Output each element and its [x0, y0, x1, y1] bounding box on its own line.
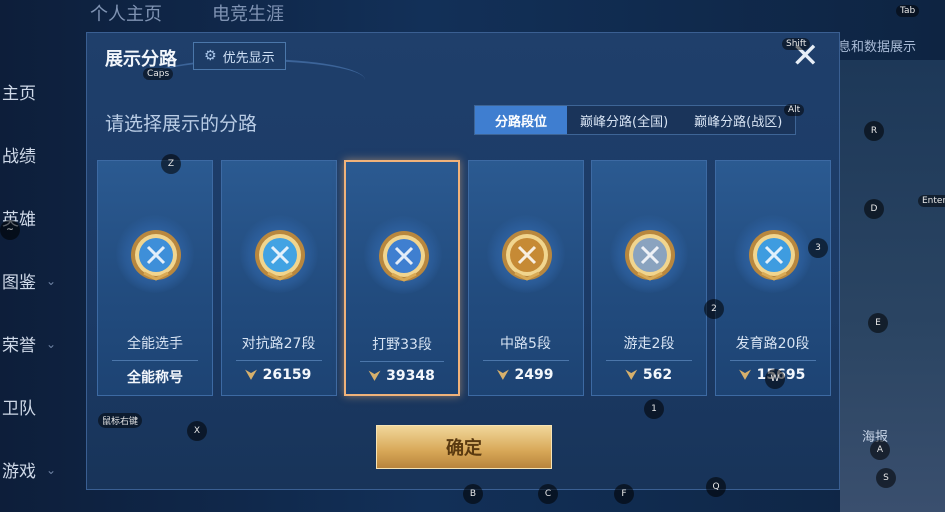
rank-points-icon: ⮟	[369, 368, 381, 384]
rank-points-icon: ⮟	[739, 367, 751, 383]
tab-personal-home[interactable]: 个人主页	[90, 0, 162, 26]
position-label: 全能选手	[127, 336, 183, 352]
position-label: 游走2段	[623, 336, 675, 352]
priority-display-button[interactable]: ⚙ 优先显示	[193, 42, 286, 70]
key-hint-label: Caps	[143, 68, 174, 80]
position-tabs: 分路段位 巅峰分路(全国) 巅峰分路(战区)	[474, 105, 797, 135]
position-card-mid-lane[interactable]: 中路5段 ⮟ 2499	[467, 160, 584, 396]
tab-peak-region[interactable]: 巅峰分路(战区)	[681, 106, 796, 134]
divider	[729, 360, 816, 361]
divider	[112, 360, 198, 361]
position-label: 打野33段	[372, 337, 432, 353]
divider	[482, 360, 569, 361]
rank-medal-icon	[748, 230, 799, 281]
sidebar-item-games[interactable]: 游戏 ⌄	[0, 438, 85, 501]
rank-points-icon: ⮟	[625, 367, 637, 383]
key-hint-c: C	[538, 484, 558, 504]
position-label: 中路5段	[500, 336, 551, 352]
key-hint-label: Alt	[784, 104, 805, 116]
chevron-down-icon: ⌄	[46, 462, 57, 477]
key-hint-1: 1	[644, 399, 664, 419]
tab-esports-career[interactable]: 电竞生涯	[212, 0, 284, 26]
key-hint-z: Z	[161, 154, 181, 174]
divider	[606, 360, 692, 361]
key-hint-3: 3	[808, 238, 828, 258]
right-panel-bg	[840, 60, 945, 512]
key-hint-b: B	[463, 484, 483, 504]
position-card-all-round[interactable]: 全能选手 全能称号	[97, 160, 213, 396]
key-hint-s: S	[876, 468, 896, 488]
sidebar-item-guard[interactable]: 卫队	[0, 375, 85, 438]
key-hint-label: Enter	[918, 195, 945, 207]
priority-display-label: 优先显示	[222, 50, 275, 66]
gear-icon: ⚙	[204, 48, 217, 64]
divider	[360, 361, 444, 362]
rank-medal-icon	[131, 230, 181, 281]
key-hint-d: D	[864, 199, 884, 219]
key-hint-f: F	[614, 484, 634, 504]
rank-medal-icon	[501, 230, 552, 281]
sidebar-item-catalog[interactable]: 图鉴 ⌄	[0, 249, 85, 312]
divider	[235, 360, 322, 361]
rank-medal-icon	[625, 230, 675, 281]
score-value: 全能称号	[127, 370, 183, 386]
key-hint-q: Q	[706, 477, 726, 497]
key-hint-~: ~	[0, 220, 20, 240]
key-hint-label: Tab	[896, 5, 920, 17]
rank-points-icon: ⮟	[497, 367, 509, 383]
position-label: 发育路20段	[735, 336, 810, 352]
info-display-text: 息和数据展示	[838, 40, 917, 55]
position-card-farm-lane[interactable]: 发育路20段⮟15695	[714, 160, 831, 396]
score-row: 全能称号	[98, 367, 212, 387]
position-card-clash-lane[interactable]: 对抗路27段 ⮟ 26159	[220, 160, 337, 396]
top-nav: 个人主页 电竞生涯	[90, 0, 284, 26]
score-row: ⮟ 562	[592, 367, 706, 383]
tab-position-rank[interactable]: 分路段位	[475, 106, 567, 134]
position-label: 对抗路27段	[241, 336, 316, 352]
score-row: ⮟ 39348	[346, 368, 458, 384]
sidebar-item-home[interactable]: 主页	[0, 60, 85, 123]
score-value: 2499	[514, 367, 554, 383]
score-value: 26159	[262, 367, 312, 383]
position-card-roam[interactable]: 游走2段 ⮟ 562	[591, 160, 707, 396]
rank-medal-icon	[379, 231, 429, 282]
key-hint-a: A	[870, 440, 890, 460]
confirm-button[interactable]: 确定	[376, 425, 552, 469]
score-value: 39348	[386, 368, 435, 384]
dialog-subtitle: 请选择展示的分路	[105, 113, 258, 135]
key-hint-r: R	[864, 121, 884, 141]
sidebar-item-honor[interactable]: 荣誉 ⌄	[0, 312, 85, 375]
score-row: ⮟ 26159	[222, 367, 336, 383]
rank-points-icon: ⮟	[245, 367, 257, 383]
chevron-down-icon: ⌄	[46, 273, 57, 288]
key-hint-x: X	[187, 421, 207, 441]
position-card-jungle[interactable]: 打野33段 ⮟ 39348	[344, 160, 460, 396]
sidebar: 主页 战绩 英雄 图鉴 ⌄ 荣誉 ⌄ 卫队 游戏 ⌄	[0, 60, 85, 501]
tab-peak-national[interactable]: 巅峰分路(全国)	[567, 106, 682, 134]
key-hint-w: W	[765, 369, 785, 389]
sidebar-item-record[interactable]: 战绩	[0, 123, 85, 186]
key-hint-label: 鼠标右键	[98, 413, 143, 428]
score-value: 562	[642, 367, 673, 383]
chevron-down-icon: ⌄	[46, 336, 57, 351]
key-hint-e: E	[868, 313, 888, 333]
key-hint-2: 2	[704, 299, 724, 319]
score-row: ⮟ 2499	[469, 367, 583, 383]
rank-medal-icon	[254, 230, 305, 281]
key-hint-label: Shift	[782, 38, 811, 50]
